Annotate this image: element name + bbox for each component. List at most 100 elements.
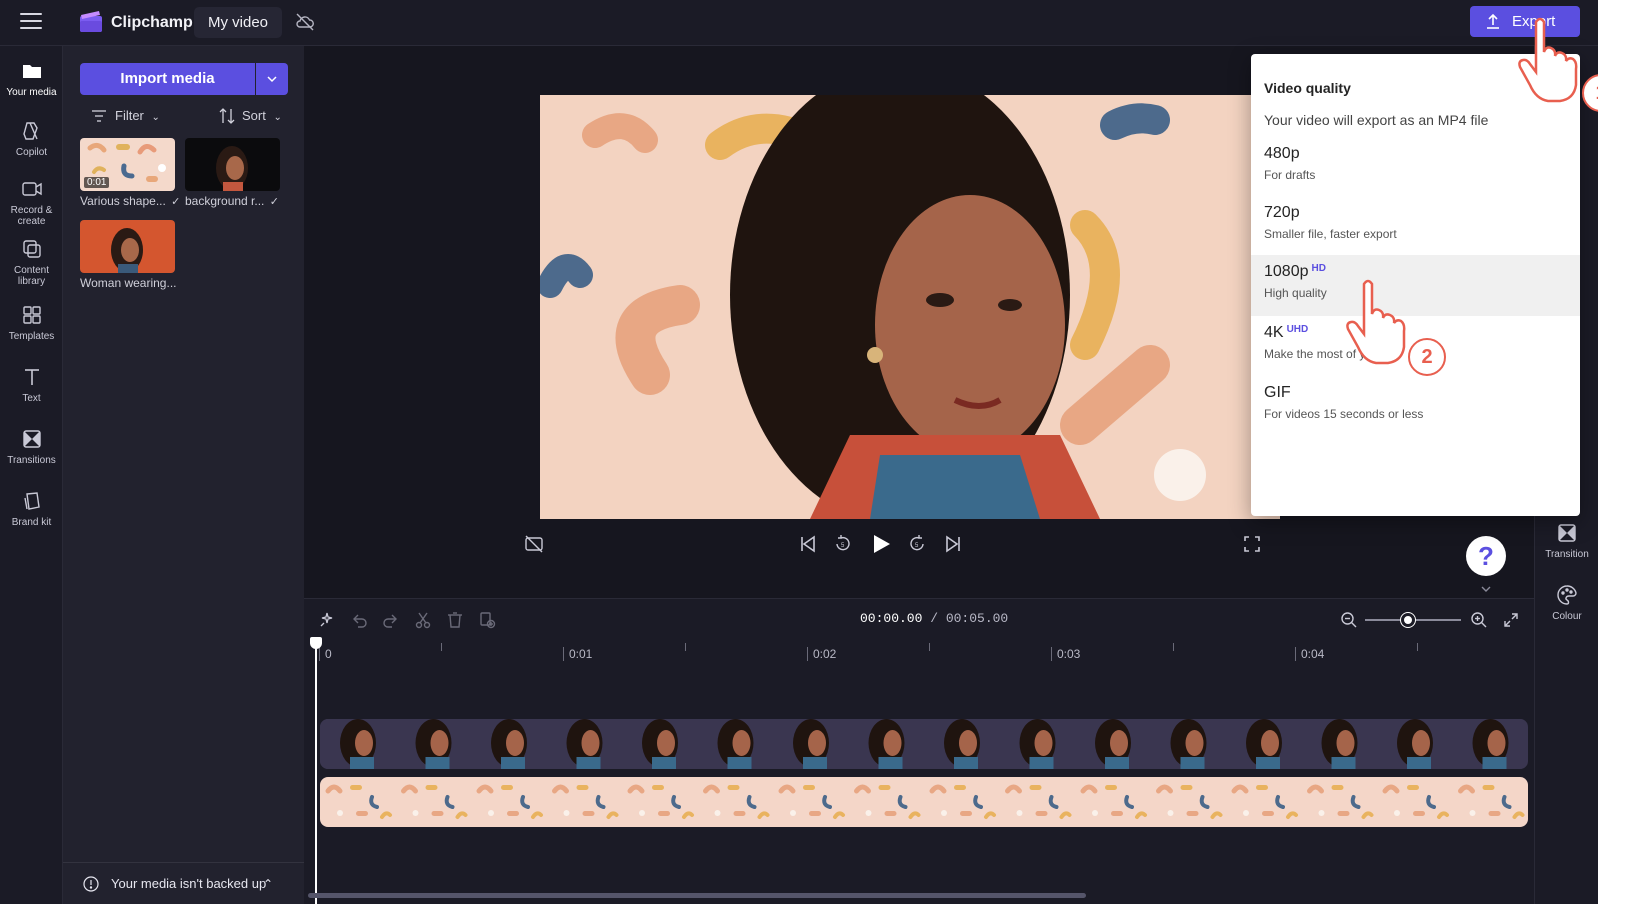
ruler-mark: 0:04 bbox=[1295, 647, 1324, 661]
zoom-slider-handle[interactable] bbox=[1401, 613, 1415, 627]
media-thumbnail-shapes[interactable]: 0:01 bbox=[80, 138, 175, 191]
rail-item-transitions[interactable]: Transitions bbox=[0, 428, 63, 466]
current-time: 00:00.00 bbox=[860, 611, 923, 626]
video-preview[interactable] bbox=[540, 95, 1280, 519]
filmstrip-frame bbox=[929, 784, 996, 819]
svg-text:5: 5 bbox=[915, 543, 919, 549]
export-option-gif[interactable]: GIF For videos 15 seconds or less bbox=[1251, 376, 1580, 437]
svg-text:5: 5 bbox=[841, 543, 845, 549]
ruler-mark: 0 bbox=[319, 647, 332, 661]
help-button[interactable]: ? bbox=[1466, 536, 1506, 576]
timecode-display: 00:00.00 / 00:05.00 bbox=[860, 611, 1009, 626]
filmstrip-frame bbox=[552, 784, 619, 819]
playhead[interactable] bbox=[310, 637, 322, 904]
filmstrip-frame bbox=[1231, 784, 1298, 819]
filmstrip-frame bbox=[1458, 784, 1525, 819]
fullscreen-icon[interactable] bbox=[1242, 534, 1262, 554]
media-thumbnail-woman[interactable] bbox=[80, 220, 175, 273]
filmstrip-frame bbox=[476, 784, 543, 819]
ruler-tick bbox=[1417, 643, 1418, 651]
uhd-badge: UHD bbox=[1286, 324, 1309, 335]
skip-forward-icon[interactable] bbox=[943, 534, 963, 554]
palette-icon bbox=[1557, 585, 1577, 605]
rail-label: Text bbox=[22, 393, 41, 404]
zoom-slider[interactable] bbox=[1365, 613, 1461, 627]
rail-item-your-media[interactable]: Your media bbox=[0, 60, 63, 98]
rail-label: Copilot bbox=[15, 147, 48, 158]
sort-button[interactable]: Sort ⌄ bbox=[218, 105, 282, 127]
rail-item-record-create[interactable]: Record & create bbox=[0, 178, 63, 227]
filmstrip-frame bbox=[848, 719, 924, 769]
filmstrip-frame bbox=[1080, 784, 1147, 819]
filmstrip-frame bbox=[1452, 719, 1528, 769]
play-icon[interactable] bbox=[869, 532, 893, 556]
video-frame-image bbox=[540, 95, 1280, 519]
filmstrip-frame bbox=[697, 719, 773, 769]
filmstrip-frame bbox=[325, 784, 392, 819]
media-item-label: Woman wearing... bbox=[80, 276, 177, 290]
skip-back-icon[interactable] bbox=[798, 534, 818, 554]
info-icon bbox=[83, 876, 99, 892]
transition-icon bbox=[1558, 524, 1576, 542]
chevron-down-icon[interactable] bbox=[1478, 584, 1494, 594]
export-option-480p[interactable]: 480p For drafts bbox=[1251, 137, 1580, 198]
rail-item-copilot[interactable]: Copilot bbox=[0, 120, 63, 158]
forward-5s-icon[interactable]: 5 bbox=[907, 534, 927, 554]
woman-portrait-image bbox=[216, 146, 248, 191]
duplicate-icon[interactable] bbox=[478, 611, 496, 629]
export-option-720p[interactable]: 720p Smaller file, faster export bbox=[1251, 196, 1580, 257]
menu-title: Video quality bbox=[1264, 80, 1351, 96]
filmstrip-frame bbox=[395, 719, 471, 769]
transitions-icon bbox=[22, 430, 41, 448]
fit-timeline-icon[interactable] bbox=[1502, 611, 1520, 629]
rail-item-transition[interactable]: Transition bbox=[1535, 522, 1598, 560]
filter-button[interactable]: Filter ⌄ bbox=[91, 105, 160, 127]
rail-item-templates[interactable]: Templates bbox=[0, 304, 63, 342]
timeline-ruler[interactable]: 0 0:01 0:02 0:03 0:04 bbox=[304, 639, 1534, 669]
project-name-field[interactable]: My video bbox=[194, 7, 283, 38]
magic-edit-icon[interactable] bbox=[318, 611, 336, 629]
backup-notice[interactable]: Your media isn't backed up ⌃ bbox=[63, 862, 304, 904]
shapes-track-clip[interactable] bbox=[320, 777, 1528, 827]
zoom-out-icon[interactable] bbox=[1340, 611, 1358, 629]
filmstrip-frame bbox=[320, 719, 395, 769]
library-icon bbox=[22, 240, 41, 258]
filmstrip-frame bbox=[1005, 784, 1072, 819]
rail-item-content-library[interactable]: Content library bbox=[0, 238, 63, 287]
filmstrip-frame bbox=[1075, 719, 1150, 769]
menu-icon[interactable] bbox=[20, 13, 42, 31]
video-filmstrip bbox=[320, 719, 1528, 769]
ruler-tick bbox=[1173, 643, 1174, 651]
zoom-in-icon[interactable] bbox=[1470, 611, 1488, 629]
cloud-off-icon[interactable] bbox=[295, 12, 315, 32]
rail-item-brand-kit[interactable]: Brand kit bbox=[0, 490, 63, 528]
left-rail: Your media Copilot Record & create Conte… bbox=[0, 46, 63, 904]
rail-label: Record & create bbox=[10, 205, 53, 227]
filmstrip-frame bbox=[1301, 719, 1377, 769]
video-track-clip[interactable] bbox=[320, 719, 1528, 769]
sort-label: Sort bbox=[242, 108, 266, 123]
split-icon[interactable] bbox=[414, 611, 432, 629]
ruler-mark: 0:03 bbox=[1051, 647, 1080, 661]
rail-label: Transitions bbox=[7, 455, 56, 466]
undo-icon[interactable] bbox=[350, 611, 368, 629]
delete-icon[interactable] bbox=[446, 611, 464, 629]
timeline-scrollbar[interactable] bbox=[308, 893, 1086, 898]
media-thumbnail-background-removed[interactable] bbox=[185, 138, 280, 191]
rail-label: Templates bbox=[8, 331, 55, 342]
step-2-marker: 2 bbox=[1408, 338, 1446, 376]
import-options-button[interactable] bbox=[256, 63, 288, 95]
chevron-up-icon: ⌃ bbox=[263, 877, 274, 891]
clipchamp-app: Clipchamp My video Export Your media Cop… bbox=[0, 0, 1598, 904]
import-media-button[interactable]: Import media bbox=[80, 63, 255, 95]
hand-cursor-icon bbox=[1518, 17, 1578, 103]
rail-item-text[interactable]: Text bbox=[0, 366, 63, 404]
ruler-tick bbox=[441, 643, 442, 651]
rail-item-colour[interactable]: Colour bbox=[1535, 584, 1598, 622]
ruler-tick bbox=[929, 643, 930, 651]
rail-label: Content library bbox=[13, 265, 50, 287]
media-panel: Import media Filter ⌄ Sort ⌄ 0:01 Variou… bbox=[63, 46, 304, 904]
captions-off-icon[interactable] bbox=[524, 534, 544, 554]
rewind-5s-icon[interactable]: 5 bbox=[833, 534, 853, 554]
redo-icon[interactable] bbox=[382, 611, 400, 629]
